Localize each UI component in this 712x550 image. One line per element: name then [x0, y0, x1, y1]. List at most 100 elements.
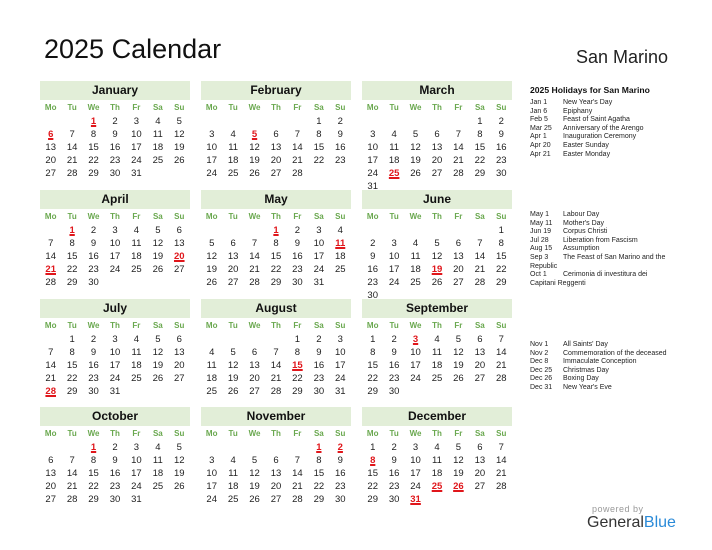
day-cell: 27: [45, 494, 56, 506]
day-cell: 23: [334, 481, 346, 493]
day-cell: 9: [90, 347, 97, 359]
weekday-label: Tu: [67, 103, 77, 112]
day-cell: 28: [292, 168, 303, 180]
day-cell: 25: [431, 373, 443, 385]
day-cell: 21: [66, 481, 78, 493]
weekday-label: Su: [174, 429, 185, 438]
holiday-day: 2: [337, 442, 343, 453]
weekday-label: Mo: [205, 321, 218, 330]
holiday-date: Feb 5: [530, 116, 548, 124]
day-cell: 27: [453, 277, 464, 289]
weekday-label: Mo: [44, 103, 57, 112]
day-cell: 11: [206, 360, 217, 372]
day-cell: 19: [206, 264, 217, 276]
day-cell: 19: [152, 360, 164, 372]
holiday-day: 1: [90, 442, 97, 453]
day-cell: 3: [133, 442, 140, 453]
brand-general: General: [587, 514, 644, 531]
day-cell: 5: [455, 442, 462, 453]
day-cell: 27: [474, 373, 486, 385]
day-cell: 29: [88, 168, 99, 180]
day-cell: 29: [270, 277, 282, 289]
holiday-item: Apr 1 Inauguration Ceremony: [530, 133, 680, 142]
holiday-name: Liberation from Fascism: [563, 236, 638, 244]
weekday-label: We: [87, 103, 100, 112]
day-cell: 12: [431, 251, 443, 263]
day-cell: 17: [410, 468, 421, 480]
day-cell: 9: [112, 129, 118, 141]
day-cell: 24: [109, 264, 121, 276]
day-cell: 13: [45, 142, 56, 154]
day-cell: 3: [337, 334, 343, 345]
empty-cell: [40, 333, 61, 346]
weekday-label: Mo: [366, 103, 379, 112]
weekday-label: Sa: [152, 429, 163, 438]
day-cell: 26: [152, 264, 164, 276]
day-cell: 7: [251, 238, 258, 250]
day-cell: 11: [131, 238, 142, 250]
empty-cell: [201, 224, 222, 237]
day-cell: 12: [173, 455, 185, 467]
day-cell: 3: [316, 225, 322, 236]
day-cell: 12: [227, 360, 239, 372]
holiday-item: Apr 21 Easter Monday: [530, 151, 680, 160]
holiday-day: 1: [90, 116, 97, 127]
holiday-name: Feast of Saint Agatha: [563, 116, 630, 124]
weekday-label: Tu: [67, 429, 77, 438]
month-title: February: [201, 81, 351, 100]
weekday-label: Th: [271, 212, 281, 221]
weekday-label: We: [248, 321, 261, 330]
day-cell: 24: [410, 481, 421, 493]
day-cell: 24: [206, 168, 217, 180]
holiday-date: Dec 26: [530, 375, 553, 383]
weekday-label: Tu: [228, 103, 238, 112]
empty-cell: [405, 115, 426, 128]
holiday-date: Jul 28: [530, 236, 549, 244]
day-cell: 2: [112, 442, 118, 453]
day-cell: 19: [410, 155, 421, 167]
empty-cell: [201, 441, 222, 454]
generalblue-logo[interactable]: GeneralBlue: [587, 514, 676, 532]
month-title: June: [362, 190, 512, 209]
day-cell: 18: [410, 264, 421, 276]
day-cell: 16: [88, 360, 99, 372]
day-cell: 31: [334, 386, 346, 398]
day-cell: 15: [474, 142, 486, 154]
weekday-label: Fr: [293, 321, 302, 330]
day-cell: 11: [432, 347, 442, 359]
weekday-label: Mo: [44, 429, 57, 438]
holiday-day: 25: [388, 168, 400, 180]
empty-cell: [362, 224, 383, 237]
day-cell: 23: [388, 481, 400, 493]
day-cell: 27: [173, 373, 185, 385]
month-february: February Mo Tu We Th Fr Sa Su 1 2 3 4 5 6 7 8 9 10 11 12 13 1…: [201, 81, 351, 180]
day-cell: 15: [88, 142, 99, 154]
day-cell: 5: [176, 442, 182, 453]
month-september: September Mo Tu We Th Fr Sa Su 1 2 3 4 5 6 7 8 9 10 11 12 13…: [362, 299, 512, 398]
day-cell: 2: [90, 334, 97, 345]
holiday-day: 3: [412, 334, 419, 345]
weekday-label: Fr: [454, 103, 463, 112]
weekday-label: Mo: [44, 212, 57, 221]
holiday-date: Sep 3: [530, 253, 549, 261]
day-cell: 29: [367, 386, 378, 398]
day-cell: 8: [273, 238, 279, 250]
holiday-day: 1: [316, 442, 322, 453]
day-cell: 20: [249, 373, 260, 385]
weekday-label: Fr: [132, 212, 141, 221]
day-cell: 14: [474, 251, 486, 263]
holiday-date: May 1: [530, 211, 550, 218]
day-cell: 30: [292, 277, 303, 289]
day-cell: 10: [388, 251, 400, 263]
day-cell: 9: [337, 129, 343, 141]
day-cell: 7: [69, 129, 75, 141]
day-cell: 8: [90, 455, 97, 467]
day-cell: 10: [109, 238, 121, 250]
empty-cell: [61, 441, 82, 454]
day-cell: 29: [292, 386, 303, 398]
day-cell: 23: [292, 264, 303, 276]
day-cell: 23: [109, 155, 121, 167]
day-cell: 25: [131, 264, 142, 276]
weekday-label: We: [409, 429, 422, 438]
day-cell: 26: [410, 168, 421, 180]
